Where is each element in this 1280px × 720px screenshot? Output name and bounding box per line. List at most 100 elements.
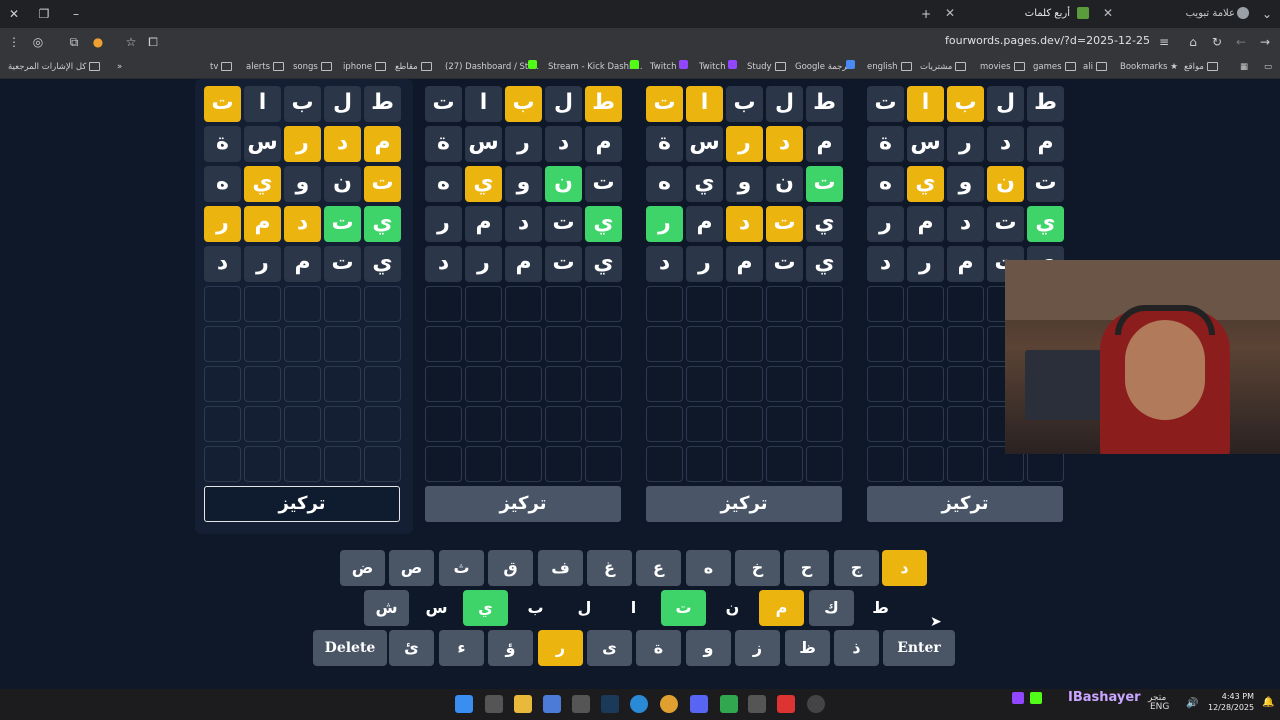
bookmark-songs[interactable]: songs [293, 60, 332, 74]
letter-key[interactable]: ع [636, 550, 681, 586]
bookmark-kick[interactable]: Stream - Kick Dashb... [548, 60, 643, 74]
letter-key[interactable]: ح [784, 550, 829, 586]
enter-key[interactable]: Enter [883, 630, 955, 666]
focus-button-board-4[interactable]: تركيز [867, 486, 1063, 522]
letter-key[interactable]: ت [661, 590, 706, 626]
delete-key[interactable]: Delete [313, 630, 387, 666]
calculator-icon[interactable] [543, 695, 561, 713]
letter-key[interactable]: ر [538, 630, 583, 666]
tab-search-icon[interactable]: ⌄ [1257, 4, 1277, 24]
letter-key[interactable]: ؤ [488, 630, 533, 666]
share-icon[interactable]: ⧠ [144, 33, 162, 51]
apps-grid-icon[interactable]: ▦ [1240, 60, 1248, 74]
letter-key[interactable]: ك [809, 590, 854, 626]
edge-icon[interactable] [630, 695, 648, 713]
volume-icon[interactable]: 🔊 [1186, 698, 1198, 709]
focus-button-board-2[interactable]: تركيز [425, 486, 621, 522]
letter-key[interactable]: ا [611, 590, 656, 626]
more-bookmarks-icon[interactable]: » [117, 60, 122, 74]
letter-key[interactable]: ئ [389, 630, 434, 666]
close-window-icon[interactable]: ✕ [4, 4, 24, 24]
letter-key[interactable]: س [414, 590, 459, 626]
bookmark-study[interactable]: Study [747, 60, 786, 74]
letter-key[interactable]: ل [562, 590, 607, 626]
back-icon[interactable]: → [1256, 33, 1274, 51]
profile-icon[interactable]: ◎ [29, 33, 47, 51]
forward-icon[interactable]: ← [1232, 33, 1250, 51]
letter-key[interactable]: ف [538, 550, 583, 586]
letter-key[interactable]: ي [463, 590, 508, 626]
language-indicator[interactable]: ENG [1150, 702, 1169, 712]
windows-start-icon[interactable] [455, 695, 473, 713]
bookmark-twitch[interactable]: Twitch [650, 60, 677, 74]
app-icon[interactable] [777, 695, 795, 713]
letter-key[interactable]: ز [735, 630, 780, 666]
menu-dots-icon[interactable]: ⋮ [5, 33, 23, 51]
letter-key[interactable]: ق [488, 550, 533, 586]
notifications-icon[interactable]: 🔔 [1262, 697, 1274, 708]
app-icon[interactable] [748, 695, 766, 713]
bookmark-star-icon[interactable]: ☆ [122, 33, 140, 51]
letter-key[interactable]: ط [858, 590, 903, 626]
bookmark-games[interactable]: games [1033, 60, 1076, 74]
letter-key[interactable]: ض [340, 550, 385, 586]
letter-key[interactable]: م [759, 590, 804, 626]
letter-key[interactable]: ش [364, 590, 409, 626]
minimize-window-icon[interactable]: – [66, 4, 86, 24]
letter-key[interactable]: ه [686, 550, 731, 586]
bookmark-bookmarks[interactable]: Bookmarks ★ [1120, 60, 1178, 74]
bookmark-ali[interactable]: ali [1083, 60, 1107, 74]
extensions-icon[interactable]: ⧉ [65, 33, 83, 51]
bookmark-translate[interactable]: Google ترجمة [795, 60, 849, 74]
bookmark-dashboard[interactable]: (27) Dashboard / Str... [445, 60, 539, 74]
clock-date[interactable]: 12/28/2025 [1208, 703, 1254, 712]
bookmark-tv[interactable]: tv [210, 60, 233, 74]
letter-key[interactable]: خ [735, 550, 780, 586]
bookmark-clips[interactable]: مقاطع [395, 60, 432, 74]
home-icon[interactable]: ⌂ [1184, 33, 1202, 51]
chrome-icon[interactable] [660, 695, 678, 713]
tab-close-icon[interactable]: ✕ [1099, 4, 1117, 22]
file-explorer-icon[interactable] [514, 695, 532, 713]
letter-key[interactable]: ذ [834, 630, 879, 666]
bookmark-iphone[interactable]: iphone [343, 60, 386, 74]
xbox-icon[interactable] [720, 695, 738, 713]
letter-key[interactable]: ب [513, 590, 558, 626]
terminal-icon[interactable] [572, 695, 590, 713]
site-settings-icon[interactable]: ≡ [1155, 33, 1173, 51]
bookmark-all[interactable]: كل الإشارات المرجعية [8, 60, 101, 74]
bookmark-movies[interactable]: movies [980, 60, 1025, 74]
letter-key[interactable]: ء [439, 630, 484, 666]
bookmark-purchases[interactable]: مشتريات [920, 60, 967, 74]
bookmark-sites[interactable]: مواقع [1184, 60, 1218, 74]
new-tab-icon[interactable]: + [916, 4, 936, 24]
letter-key[interactable]: د [882, 550, 927, 586]
letter-key[interactable]: ث [439, 550, 484, 586]
obs-icon[interactable] [807, 695, 825, 713]
letter-key[interactable]: ن [710, 590, 755, 626]
letter-key[interactable]: غ [587, 550, 632, 586]
letter-key[interactable]: ج [834, 550, 879, 586]
focus-button-board-3[interactable]: تركيز [646, 486, 842, 522]
focus-button-board-1[interactable]: تركيز [204, 486, 400, 522]
extension-icon[interactable]: ● [89, 33, 107, 51]
letter-key[interactable]: ى [587, 630, 632, 666]
bookmark-twitch-2[interactable]: Twitch [699, 60, 726, 74]
letter-key[interactable]: ة [636, 630, 681, 666]
tab-four-words[interactable]: أربع كلمات [1015, 3, 1070, 25]
restore-window-icon[interactable]: ❐ [34, 4, 54, 24]
bookmark-alerts[interactable]: alerts [246, 60, 285, 74]
discord-icon[interactable] [690, 695, 708, 713]
url-field[interactable]: fourwords.pages.dev/?d=2025-12-25 [900, 34, 1150, 47]
clock-time[interactable]: 4:43 PM [1210, 692, 1254, 701]
bookmark-english[interactable]: english [867, 60, 912, 74]
letter-key[interactable]: ص [389, 550, 434, 586]
tab-close-icon[interactable]: ✕ [941, 4, 959, 22]
steam-icon[interactable] [601, 695, 619, 713]
task-view-icon[interactable] [485, 695, 503, 713]
tab-new-tab[interactable]: علامة تبويب جديدة [1165, 3, 1235, 41]
letter-key[interactable]: ظ [785, 630, 830, 666]
reload-icon[interactable]: ↻ [1208, 33, 1226, 51]
letter-key[interactable]: و [686, 630, 731, 666]
side-panel-icon[interactable]: ▭ [1264, 60, 1272, 74]
